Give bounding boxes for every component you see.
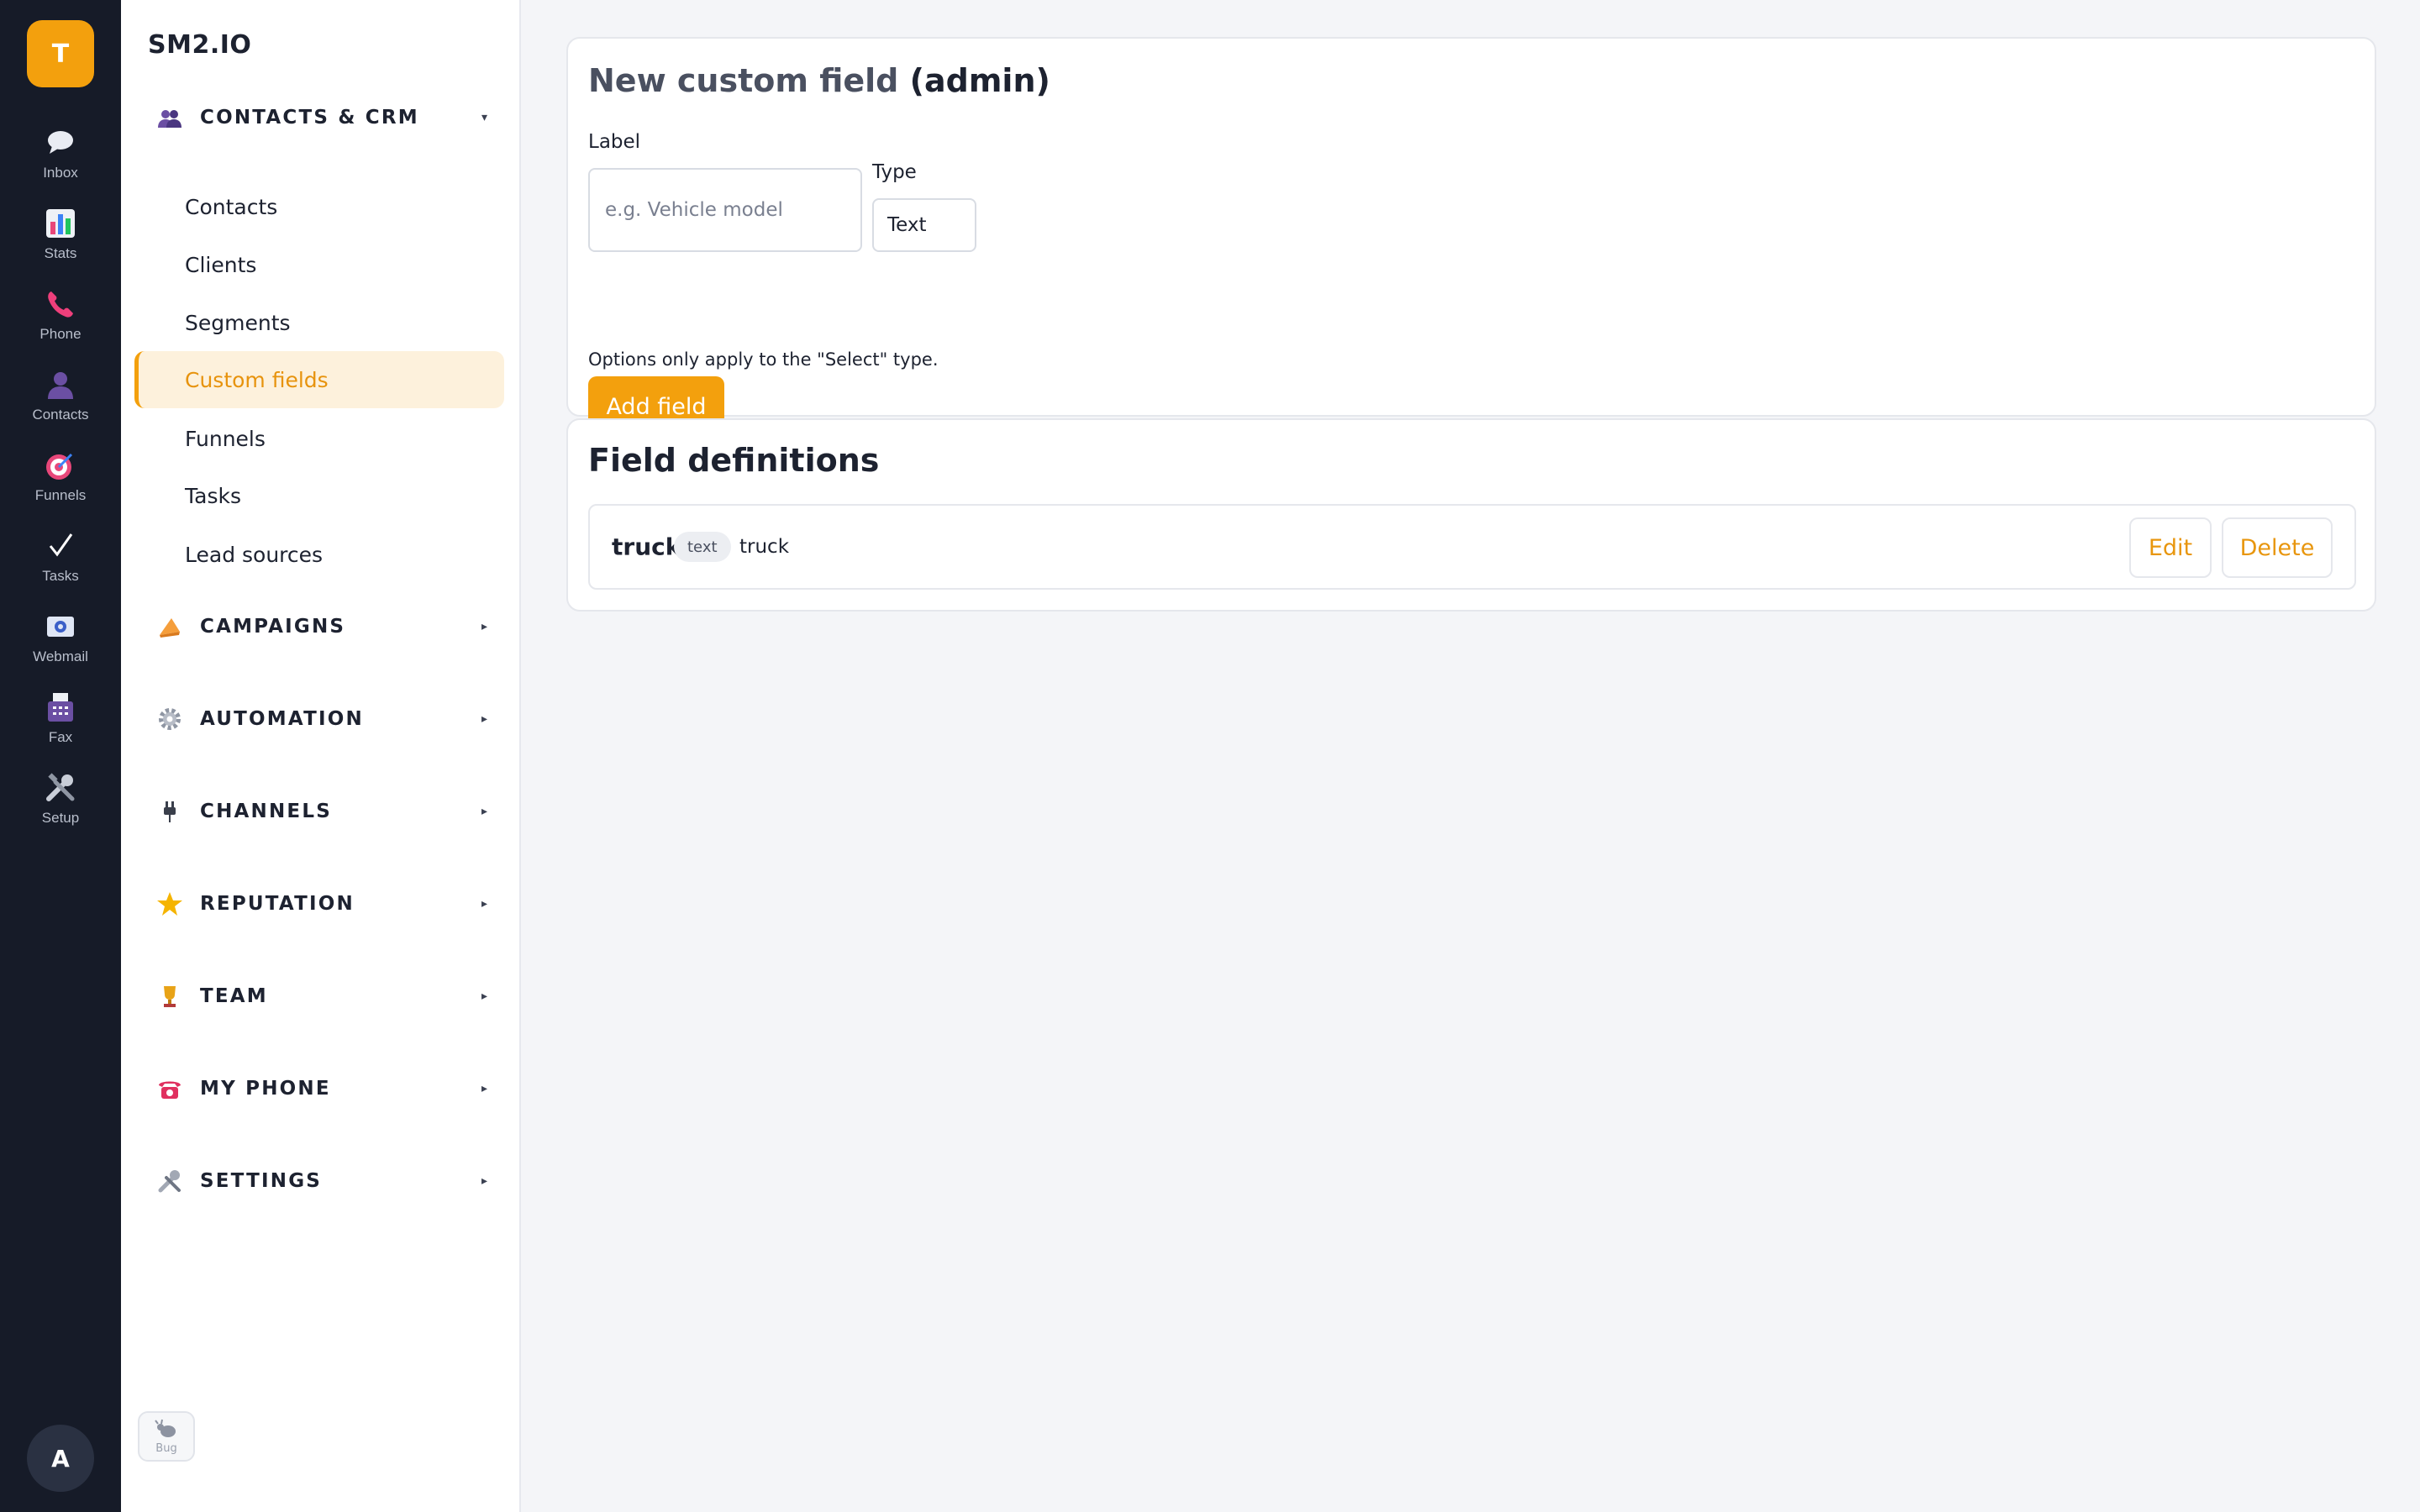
nav-section-contacts-crm[interactable]: CONTACTS & CRM ▾ [148, 92, 501, 143]
rail-item-funnels[interactable]: Funnels [0, 449, 121, 522]
person-icon [48, 372, 73, 399]
chevron-right-icon: ▸ [481, 1174, 487, 1188]
field-definition-row: truck text truck Edit Delete [588, 504, 2356, 590]
fax-icon [48, 693, 73, 722]
rail-item-phone[interactable]: Phone [0, 287, 121, 361]
nav-section-automation[interactable]: AUTOMATION ▸ [148, 694, 501, 744]
people-icon [158, 110, 182, 128]
speech-bubble-icon [48, 131, 73, 154]
options-hint: Options only apply to the "Select" type. [588, 349, 939, 370]
check-icon [49, 533, 73, 557]
rail-item-webmail[interactable]: Webmail [0, 610, 121, 684]
tools-icon [46, 773, 75, 801]
target-icon [46, 453, 73, 480]
trophy-icon [164, 986, 176, 1007]
nav-item-segments[interactable]: Segments [134, 294, 504, 351]
nav-section-reputation[interactable]: REPUTATION ▸ [148, 879, 501, 929]
workspace-badge[interactable]: T [27, 20, 94, 87]
rail-item-fax[interactable]: Fax [0, 690, 121, 764]
plug-icon [164, 801, 176, 822]
nav-brand: SM2.IO [148, 30, 252, 60]
phone-icon [48, 291, 73, 318]
icon-rail: T Inbox Stats Phone Contacts Funnels Tas… [0, 0, 121, 1512]
type-select[interactable]: Text [872, 198, 976, 252]
telephone-icon [159, 1081, 181, 1099]
field-definitions-card: Field definitions truck text truck Edit … [566, 418, 2376, 612]
new-field-title: New custom field (admin) [588, 62, 1050, 99]
bug-report-button[interactable]: Bug [138, 1411, 195, 1462]
chevron-right-icon: ▸ [481, 805, 487, 818]
chevron-down-icon: ▾ [481, 111, 487, 124]
rail-item-stats[interactable]: Stats [0, 207, 121, 281]
star-icon [157, 892, 182, 916]
rail-item-contacts[interactable]: Contacts [0, 368, 121, 442]
nav-item-contacts[interactable]: Contacts [134, 178, 504, 235]
type-caption: Type [872, 161, 917, 183]
bug-label: Bug [155, 1441, 177, 1455]
rail-item-tasks[interactable]: Tasks [0, 529, 121, 603]
rail-item-setup[interactable]: Setup [0, 771, 121, 845]
field-name: truck [612, 533, 681, 561]
label-input[interactable] [588, 168, 862, 252]
chevron-right-icon: ▸ [481, 1082, 487, 1095]
delete-field-button[interactable]: Delete [2222, 517, 2333, 578]
label-caption: Label [588, 131, 641, 153]
nav-item-custom-fields[interactable]: Custom fields [134, 351, 504, 408]
field-definitions-title: Field definitions [588, 442, 880, 479]
nav-section-my-phone[interactable]: MY PHONE ▸ [148, 1063, 501, 1114]
rail-item-inbox[interactable]: Inbox [0, 126, 121, 200]
chevron-right-icon: ▸ [481, 897, 487, 911]
chevron-right-icon: ▸ [481, 990, 487, 1003]
gear-icon [159, 708, 181, 730]
edit-field-button[interactable]: Edit [2129, 517, 2212, 578]
nav-section-settings[interactable]: SETTINGS ▸ [148, 1156, 501, 1206]
nav-sidebar: SM2.IO CONTACTS & CRM ▾ Contacts Clients… [121, 0, 521, 1512]
mail-icon [47, 617, 74, 637]
nav-section-campaigns[interactable]: CAMPAIGNS ▸ [148, 601, 501, 652]
nav-item-tasks[interactable]: Tasks [134, 467, 504, 524]
field-type-badge: text [674, 532, 731, 562]
bar-chart-icon [46, 209, 75, 238]
nav-item-funnels[interactable]: Funnels [134, 410, 504, 467]
field-key: truck [739, 536, 790, 558]
megaphone-icon [160, 618, 180, 638]
nav-section-channels[interactable]: CHANNELS ▸ [148, 786, 501, 837]
nav-item-clients[interactable]: Clients [134, 236, 504, 293]
nav-item-lead-sources[interactable]: Lead sources [134, 526, 504, 583]
chevron-right-icon: ▸ [481, 620, 487, 633]
new-custom-field-card: New custom field (admin) Label Type Text… [566, 37, 2376, 437]
user-avatar[interactable]: A [27, 1425, 94, 1492]
bug-icon [155, 1419, 176, 1437]
chevron-right-icon: ▸ [481, 712, 487, 726]
tools-icon [158, 1170, 181, 1193]
nav-section-team[interactable]: TEAM ▸ [148, 971, 501, 1021]
